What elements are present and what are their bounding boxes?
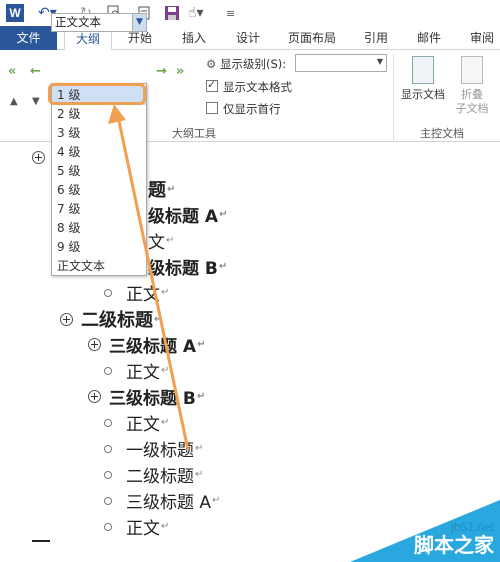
watermark: jb51.net 脚本之家 <box>350 500 500 562</box>
annotation-arrow-icon <box>108 104 190 451</box>
watermark-brand: 脚本之家 <box>414 533 494 557</box>
